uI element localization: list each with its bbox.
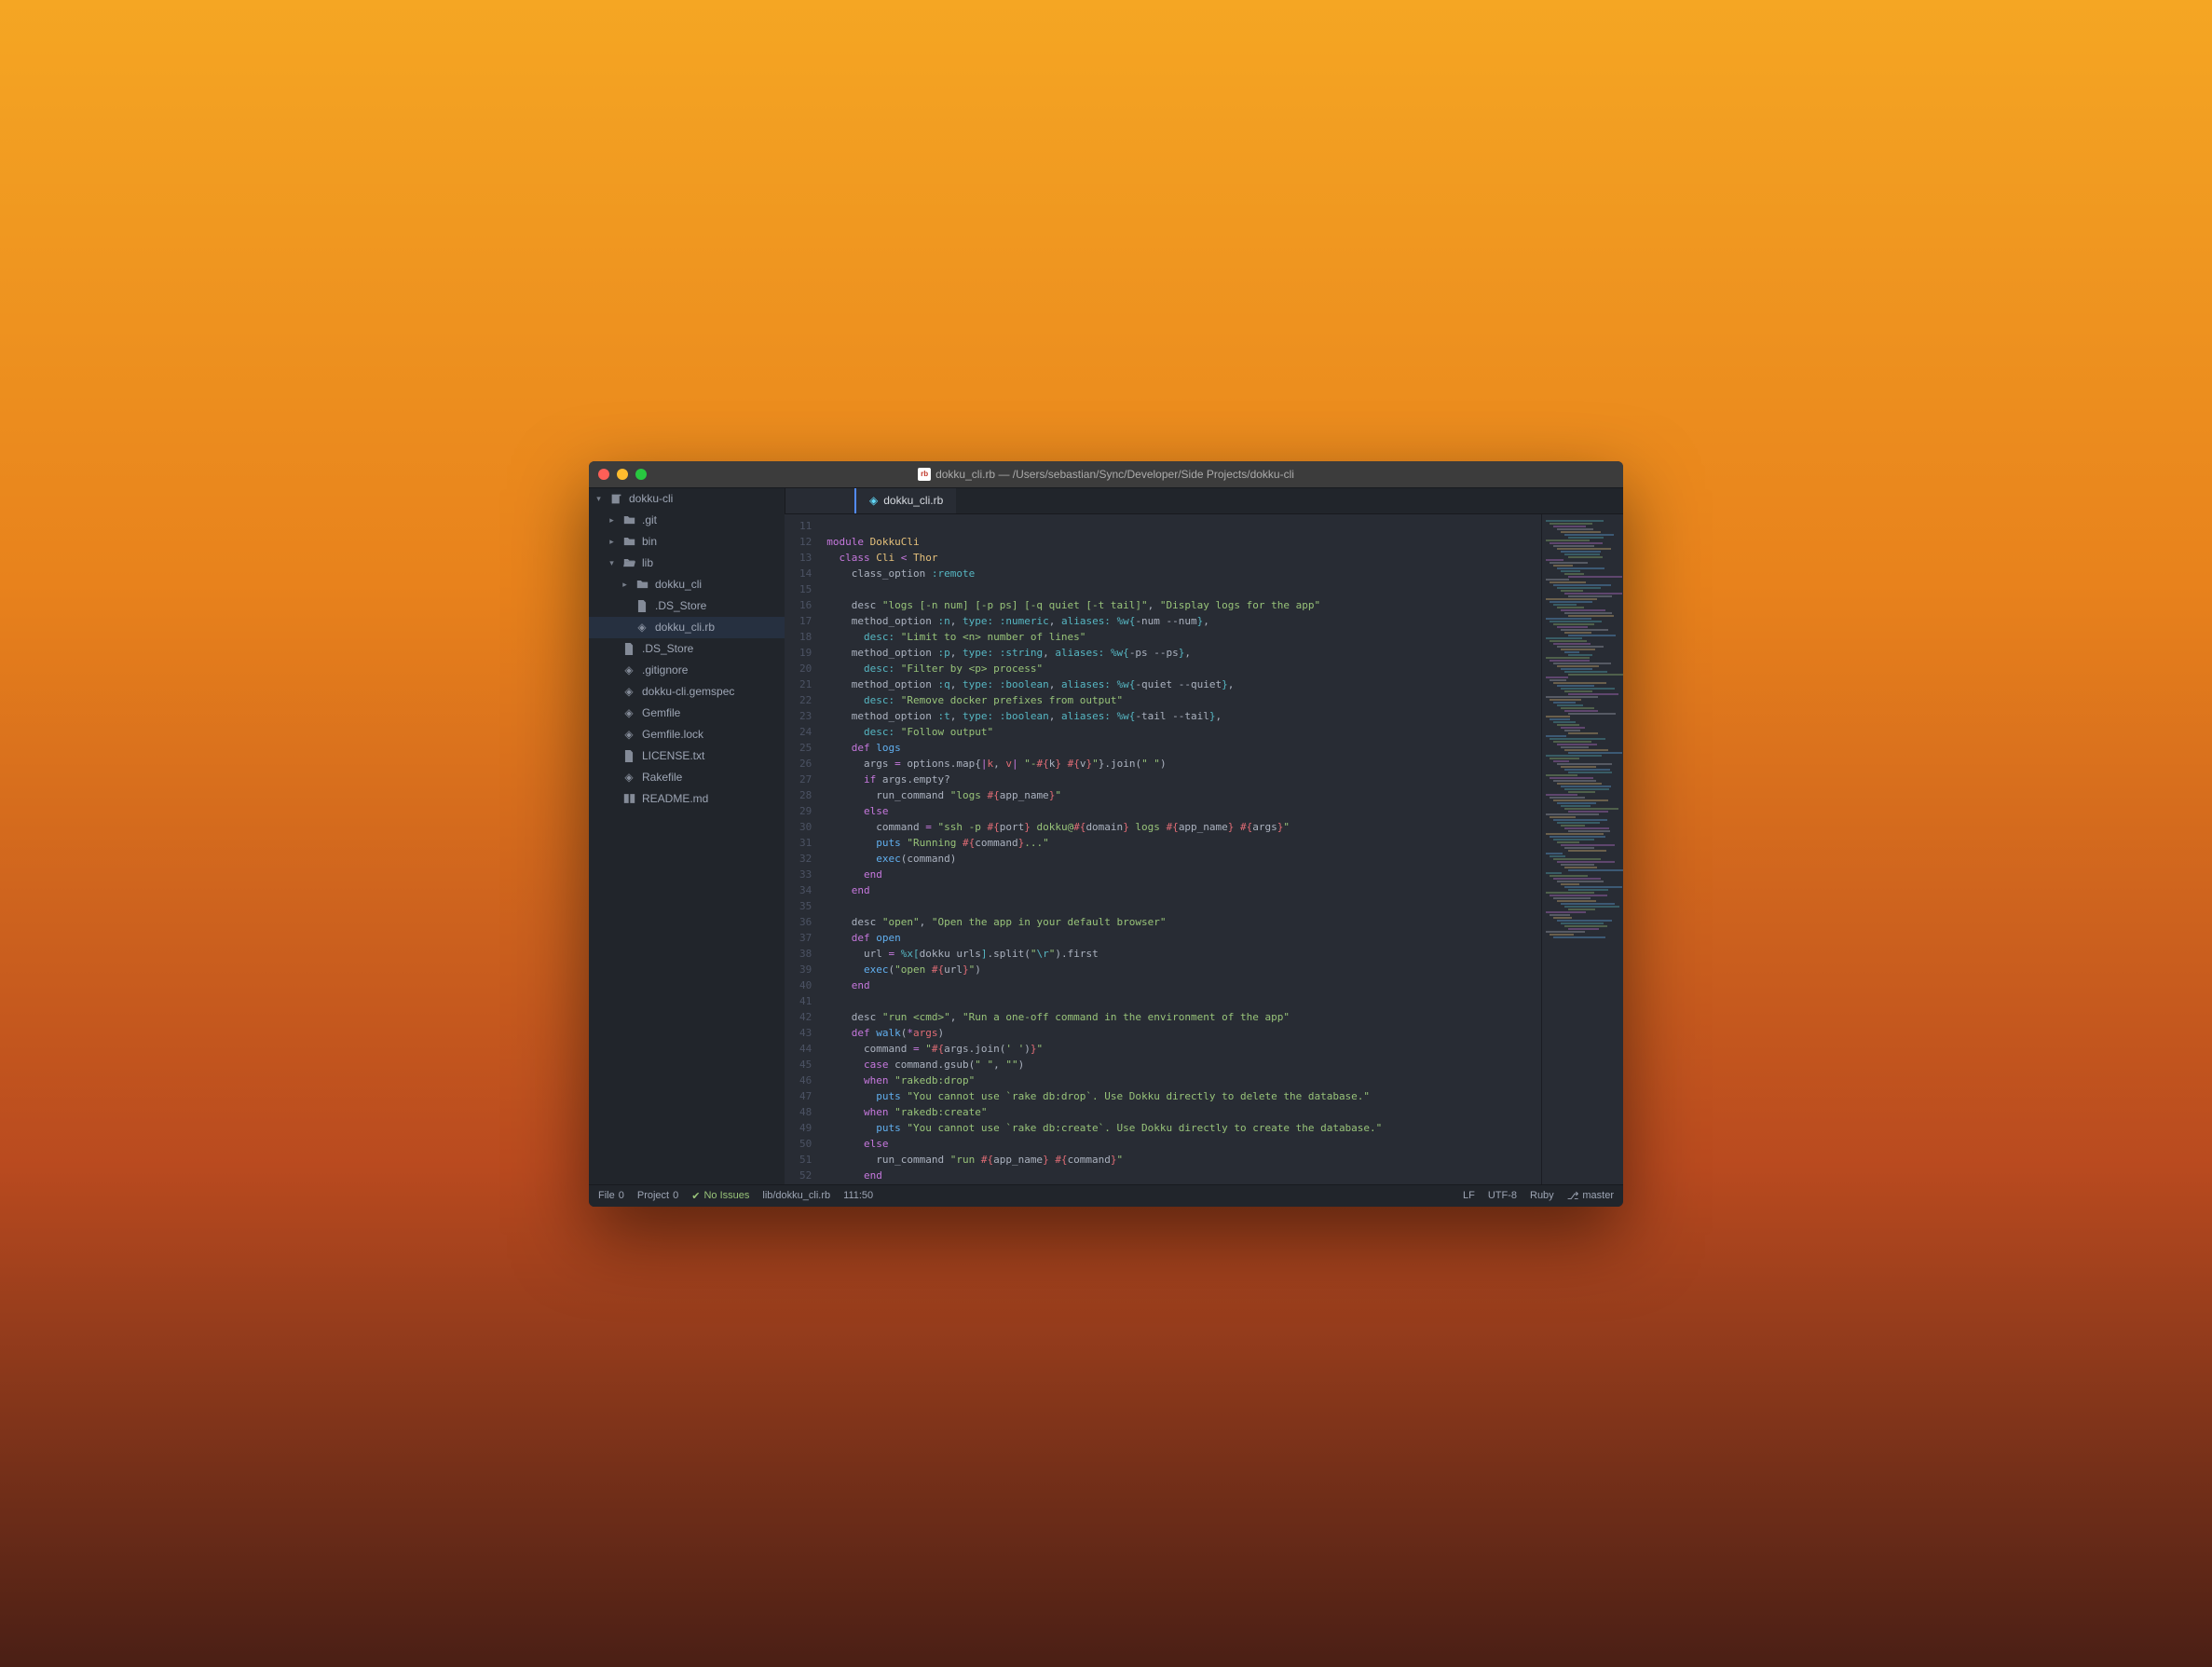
chevron-icon: ▾ <box>608 558 616 568</box>
tree-item-label: README.md <box>642 792 708 805</box>
status-project-count[interactable]: Project 0 <box>637 1190 678 1201</box>
line-number-gutter[interactable]: 1112131415161718192021222324252627282930… <box>785 514 819 1184</box>
ruby-icon: ◈ <box>621 685 636 698</box>
folder-icon <box>621 536 636 547</box>
folder-icon <box>621 514 636 526</box>
tree-item-label: .git <box>642 513 657 526</box>
status-filepath[interactable]: lib/dokku_cli.rb <box>762 1190 830 1201</box>
folder--git[interactable]: ▸ .git <box>589 510 785 531</box>
file--ds-store[interactable]: .DS_Store <box>589 595 785 617</box>
file--ds-store[interactable]: .DS_Store <box>589 638 785 660</box>
status-cursor-position[interactable]: 111:50 <box>843 1190 873 1201</box>
status-bar: File 0 Project 0 ✔ No Issues lib/dokku_c… <box>589 1184 1623 1207</box>
project-root[interactable]: ▾ dokku-cli <box>589 488 785 510</box>
tree-item-label: dokku_cli <box>655 578 702 591</box>
project-root-label: dokku-cli <box>629 492 673 505</box>
chevron-icon: ▸ <box>608 537 616 547</box>
tree-item-label: Gemfile.lock <box>642 728 703 741</box>
file-icon <box>621 750 636 762</box>
file-rakefile[interactable]: ◈ Rakefile <box>589 767 785 788</box>
tab-label: dokku_cli.rb <box>883 494 943 507</box>
ruby-icon: ◈ <box>635 621 649 634</box>
folder-lib[interactable]: ▾ lib <box>589 553 785 574</box>
file-icon <box>635 600 649 612</box>
tree-item-label: bin <box>642 535 657 548</box>
folder-dokku-cli[interactable]: ▸ dokku_cli <box>589 574 785 595</box>
minimap[interactable] <box>1541 514 1623 1184</box>
tree-item-label: dokku-cli.gemspec <box>642 685 734 698</box>
window-title: rb dokku_cli.rb — /Users/sebastian/Sync/… <box>589 468 1623 481</box>
status-language[interactable]: Ruby <box>1530 1190 1554 1201</box>
folder-bin[interactable]: ▸ bin <box>589 531 785 553</box>
git-branch-icon: ⎇ <box>1567 1190 1579 1202</box>
tree-item-label: lib <box>642 556 653 569</box>
tree-item-label: .DS_Store <box>642 642 693 655</box>
editor-window: rb dokku_cli.rb — /Users/sebastian/Sync/… <box>589 461 1623 1207</box>
ruby-icon: ◈ <box>869 494 878 507</box>
file--gitignore[interactable]: ◈ .gitignore <box>589 660 785 681</box>
minimize-button[interactable] <box>617 469 628 480</box>
tree-item-label: .DS_Store <box>655 599 706 612</box>
ruby-file-icon: rb <box>918 468 931 481</box>
status-encoding[interactable]: UTF-8 <box>1488 1190 1517 1201</box>
titlebar[interactable]: rb dokku_cli.rb — /Users/sebastian/Sync/… <box>589 461 1623 487</box>
tree-item-label: LICENSE.txt <box>642 749 704 762</box>
editor-tabs[interactable]: ◈ dokku_cli.rb <box>785 488 1623 514</box>
tree-item-label: .gitignore <box>642 663 688 676</box>
chevron-icon: ▸ <box>621 580 629 590</box>
ruby-icon: ◈ <box>621 663 636 676</box>
traffic-lights <box>598 469 647 480</box>
file-dokku-cli-rb[interactable]: ◈ dokku_cli.rb <box>589 617 785 638</box>
tree-item-label: Rakefile <box>642 771 682 784</box>
code-editor[interactable]: module DokkuCli class Cli < Thor class_o… <box>819 514 1541 1184</box>
repo-icon <box>608 493 623 505</box>
chevron-icon: ▸ <box>608 515 616 526</box>
file-tree-sidebar[interactable]: ▾ dokku-cli ▸ .git ▸ bin ▾ lib ▸ dokku_cli .DS_S… <box>589 488 785 1184</box>
ruby-icon: ◈ <box>621 771 636 784</box>
tab-dokku-cli-rb[interactable]: ◈ dokku_cli.rb <box>854 488 956 513</box>
status-issues[interactable]: ✔ No Issues <box>691 1190 749 1202</box>
book-icon <box>621 793 636 804</box>
file-gemfile[interactable]: ◈ Gemfile <box>589 703 785 724</box>
folder-icon <box>635 579 649 590</box>
ruby-icon: ◈ <box>621 706 636 719</box>
maximize-button[interactable] <box>635 469 647 480</box>
file-readme-md[interactable]: README.md <box>589 788 785 810</box>
tree-tab-spacer <box>785 488 854 513</box>
file-icon <box>621 643 636 655</box>
file-license-txt[interactable]: LICENSE.txt <box>589 745 785 767</box>
ruby-icon: ◈ <box>621 728 636 741</box>
tree-item-label: Gemfile <box>642 706 680 719</box>
status-line-ending[interactable]: LF <box>1463 1190 1475 1201</box>
file-dokku-cli-gemspec[interactable]: ◈ dokku-cli.gemspec <box>589 681 785 703</box>
check-icon: ✔ <box>691 1190 700 1202</box>
status-file-count[interactable]: File 0 <box>598 1190 624 1201</box>
close-button[interactable] <box>598 469 609 480</box>
tree-item-label: dokku_cli.rb <box>655 621 715 634</box>
status-git-branch[interactable]: ⎇ master <box>1567 1190 1614 1202</box>
folder-open-icon <box>621 557 636 568</box>
file-gemfile-lock[interactable]: ◈ Gemfile.lock <box>589 724 785 745</box>
